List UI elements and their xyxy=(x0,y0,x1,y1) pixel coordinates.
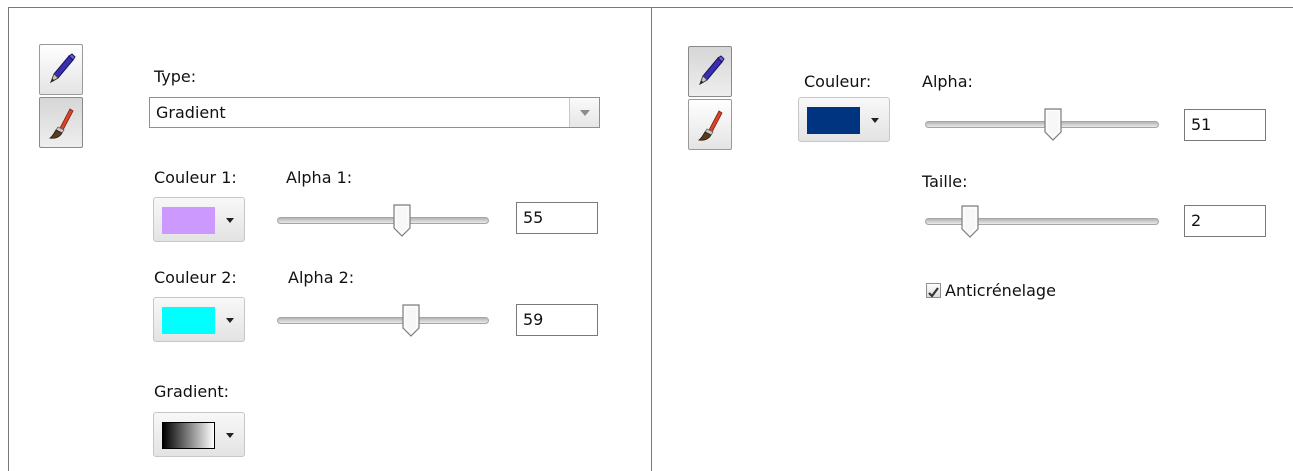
alpha1-label: Alpha 1: xyxy=(286,168,353,187)
alpha1-input[interactable]: 55 xyxy=(516,202,598,234)
type-label: Type: xyxy=(154,67,197,86)
color2-picker-button[interactable] xyxy=(153,297,245,342)
color-picker-button[interactable] xyxy=(798,97,890,142)
gradient-swatch xyxy=(162,422,215,449)
type-select[interactable]: Gradient xyxy=(149,97,600,128)
checkmark-icon xyxy=(928,287,939,298)
dropdown-arrow-icon xyxy=(871,118,879,123)
pen-tool-button[interactable] xyxy=(39,44,83,95)
size-value: 2 xyxy=(1191,211,1202,230)
paintbrush-icon xyxy=(697,109,723,141)
color1-picker-button[interactable] xyxy=(153,197,245,242)
alpha2-slider[interactable] xyxy=(277,304,489,338)
pen-icon xyxy=(50,52,76,83)
chevron-down-icon[interactable] xyxy=(569,98,599,127)
size-input[interactable]: 2 xyxy=(1184,205,1266,237)
alpha2-label: Alpha 2: xyxy=(288,268,355,287)
color1-swatch xyxy=(162,207,215,234)
color-label: Couleur: xyxy=(804,72,872,91)
slider-track xyxy=(277,317,489,324)
color2-swatch xyxy=(162,307,215,334)
fill-settings-panel: Type: Gradient Couleur 1: Alpha 1: 55 Co… xyxy=(8,7,652,471)
paintbrush-icon xyxy=(48,107,74,139)
slider-thumb[interactable] xyxy=(401,304,421,338)
brush-tool-button[interactable] xyxy=(688,99,732,150)
alpha1-value: 55 xyxy=(523,208,544,227)
size-label: Taille: xyxy=(922,172,968,191)
dropdown-arrow-icon xyxy=(226,318,234,323)
type-select-value: Gradient xyxy=(156,103,226,122)
color-swatch xyxy=(807,107,860,134)
alpha-input[interactable]: 51 xyxy=(1184,109,1266,141)
slider-thumb[interactable] xyxy=(960,205,980,239)
stroke-settings-panel: Couleur: Alpha: 51 Taille: 2 Anticrénela… xyxy=(652,7,1293,471)
slider-thumb[interactable] xyxy=(1043,108,1063,142)
brush-tool-button[interactable] xyxy=(39,97,83,148)
color1-label: Couleur 1: xyxy=(154,168,237,187)
pen-icon xyxy=(699,54,725,85)
dropdown-arrow-icon xyxy=(226,433,234,438)
alpha-value: 51 xyxy=(1191,115,1212,134)
antialias-label[interactable]: Anticrénelage xyxy=(945,281,1056,301)
slider-thumb[interactable] xyxy=(392,204,412,238)
alpha2-input[interactable]: 59 xyxy=(516,304,598,336)
antialias-checkbox[interactable] xyxy=(926,283,941,298)
alpha2-value: 59 xyxy=(523,310,544,329)
gradient-picker-button[interactable] xyxy=(153,412,245,457)
gradient-label: Gradient: xyxy=(154,382,230,401)
alpha1-slider[interactable] xyxy=(277,204,489,238)
alpha-slider[interactable] xyxy=(925,108,1159,142)
slider-track xyxy=(277,217,489,224)
dropdown-arrow-icon xyxy=(226,218,234,223)
color2-label: Couleur 2: xyxy=(154,268,237,287)
alpha-label: Alpha: xyxy=(922,72,973,91)
pen-tool-button[interactable] xyxy=(688,46,732,97)
size-slider[interactable] xyxy=(925,205,1159,239)
